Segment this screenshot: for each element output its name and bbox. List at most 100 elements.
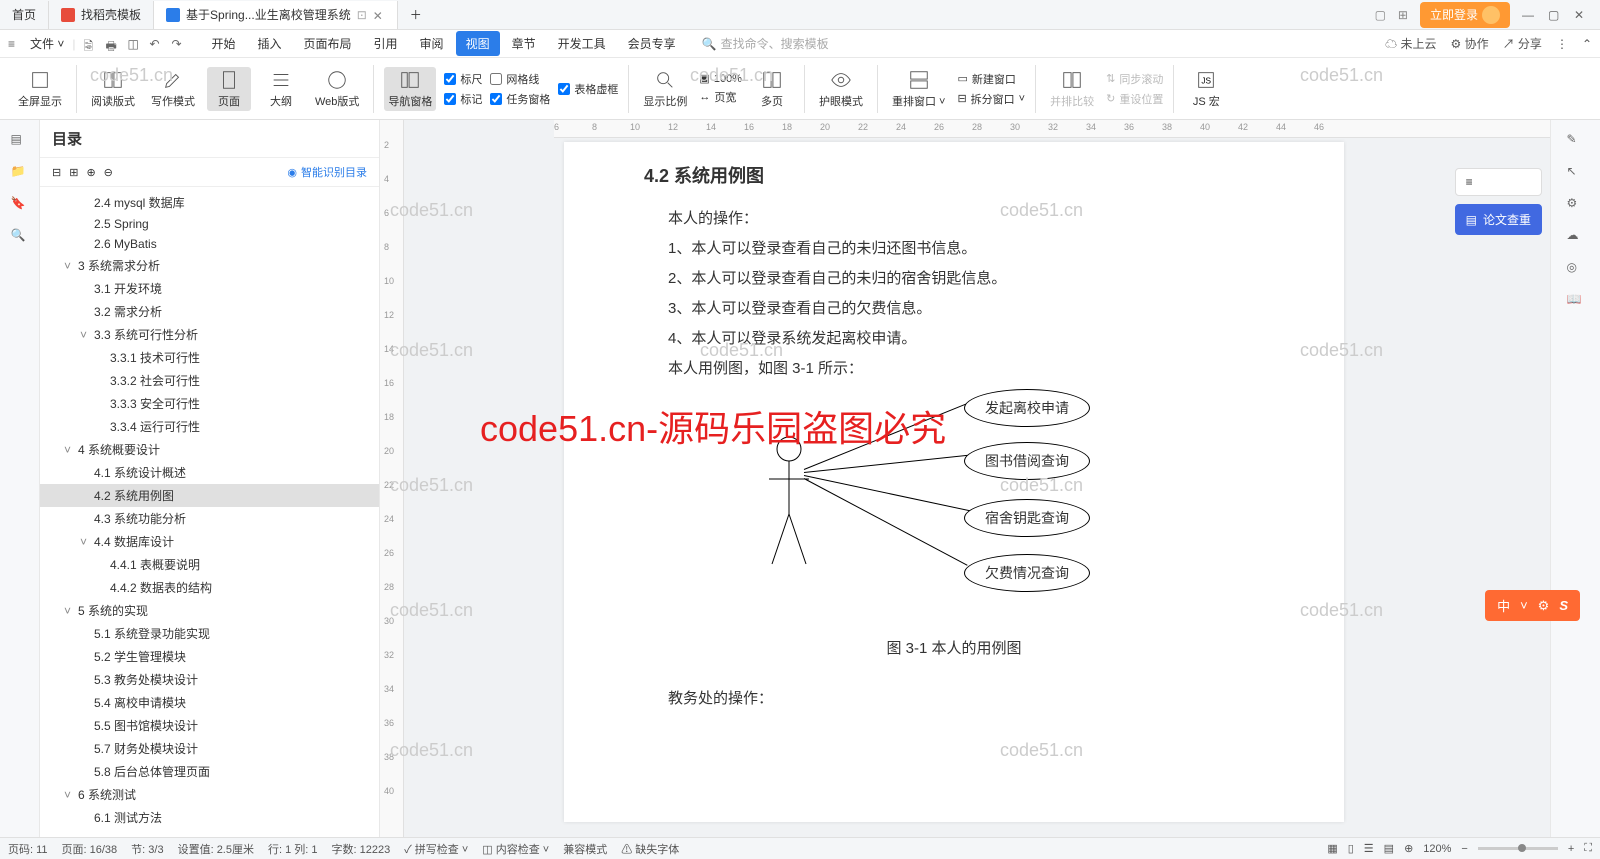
status-spellcheck[interactable]: ✓ 拼写检查 ˅	[404, 841, 468, 857]
settings-tool-icon[interactable]: ⚙	[1567, 196, 1585, 214]
writemode-button[interactable]: 写作模式	[147, 67, 199, 111]
outline-item[interactable]: 6.1 测试方法	[40, 806, 379, 829]
status-wordcount[interactable]: 字数: 12223	[332, 841, 391, 857]
outline-item[interactable]: 4.2 系统用例图	[40, 484, 379, 507]
newwindow-button[interactable]: ▭ 新建窗口	[957, 71, 1025, 87]
outline-item[interactable]: 2.6 MyBatis	[40, 234, 379, 254]
outline-item[interactable]: 3.1 开发环境	[40, 277, 379, 300]
command-search[interactable]: 🔍 查找命令、搜索模板	[694, 33, 837, 54]
status-page-code[interactable]: 页码: 11	[8, 841, 48, 857]
expand-all-icon[interactable]: ⊞	[69, 166, 78, 179]
fullscreen-toggle-icon[interactable]: ⛶	[1584, 842, 1592, 855]
outline-item[interactable]: 3.3.4 运行可行性	[40, 415, 379, 438]
zoom-value[interactable]: 120%	[1423, 843, 1451, 855]
tab-home[interactable]: 首页	[0, 1, 49, 29]
zoom-out-icon[interactable]: −	[1461, 843, 1467, 855]
share-button[interactable]: ↗ 分享	[1503, 35, 1542, 52]
print-icon[interactable]: 🖶	[105, 37, 119, 51]
add-section-icon[interactable]: ⊕	[86, 166, 95, 179]
outline-item[interactable]: 5.5 图书馆模块设计	[40, 714, 379, 737]
collapse-icon[interactable]: ⌃	[1582, 37, 1592, 51]
view-page-icon[interactable]: ▯	[1348, 842, 1354, 855]
zoom-fit-icon[interactable]: ⊕	[1404, 842, 1413, 855]
outline-item[interactable]: 3.3.2 社会可行性	[40, 369, 379, 392]
outline-item[interactable]: 5.2 学生管理模块	[40, 645, 379, 668]
taskpane-checkbox[interactable]: 任务窗格	[490, 91, 550, 107]
zoom100-button[interactable]: ▣ 100%	[699, 72, 742, 85]
maximize-icon[interactable]: ▢	[1548, 8, 1562, 22]
navpane-button[interactable]: 导航窗格	[384, 67, 436, 111]
status-rowcol[interactable]: 行: 1 列: 1	[268, 841, 318, 857]
expand-icon[interactable]: ⊡	[357, 8, 367, 22]
status-missingfont[interactable]: ⚠ 缺失字体	[621, 841, 679, 857]
rearrange-button[interactable]: 重排窗口 ˅	[888, 67, 949, 111]
cloud-status[interactable]: ☁ 未上云	[1385, 35, 1436, 52]
ruler-checkbox[interactable]: 标尺	[444, 71, 482, 87]
fullscreen-button[interactable]: 全屏显示	[14, 67, 66, 111]
webmode-button[interactable]: Web版式	[311, 67, 363, 111]
jsmacro-button[interactable]: JSJS 宏	[1184, 67, 1228, 111]
status-setvalue[interactable]: 设置值: 2.5厘米	[178, 841, 254, 857]
more-icon[interactable]: ⋮	[1556, 37, 1568, 51]
outline-item[interactable]: 2.5 Spring	[40, 214, 379, 234]
tab-new[interactable]: ＋	[398, 1, 434, 29]
undo-icon[interactable]: ↶	[149, 37, 163, 51]
ime-badge[interactable]: 中˅⚙S	[1485, 590, 1580, 621]
markup-checkbox[interactable]: 标记	[444, 91, 482, 107]
zoom-in-icon[interactable]: +	[1568, 843, 1574, 855]
close-window-icon[interactable]: ✕	[1574, 8, 1588, 22]
outline-item[interactable]: 3.3.1 技术可行性	[40, 346, 379, 369]
splitwindow-button[interactable]: ⊟ 拆分窗口 ˅	[957, 91, 1025, 107]
outline-item[interactable]: 4.4.1 表概要说明	[40, 553, 379, 576]
float-menu-button[interactable]: ≡	[1455, 168, 1542, 196]
outline-item[interactable]: 4.4.2 数据表的结构	[40, 576, 379, 599]
view-layout-icon[interactable]: ▦	[1327, 842, 1337, 855]
book-tool-icon[interactable]: 📖	[1567, 292, 1585, 310]
readmode-button[interactable]: 阅读版式	[87, 67, 139, 111]
collab-button[interactable]: ⚙ 协作	[1450, 35, 1488, 52]
outline-item[interactable]: ˅3 系统需求分析	[40, 254, 379, 277]
outline-item[interactable]: ˅5 系统的实现	[40, 599, 379, 622]
outline-item[interactable]: ˅6 系统测试	[40, 783, 379, 806]
zoom-slider[interactable]	[1478, 847, 1558, 850]
preview-icon[interactable]: ◫	[127, 37, 141, 51]
outline-item[interactable]: 5.1 系统登录功能实现	[40, 622, 379, 645]
outline-item[interactable]: 2.4 mysql 数据库	[40, 191, 379, 214]
status-page[interactable]: 页面: 16/38	[62, 841, 118, 857]
document-page[interactable]: 4.2 系统用例图 本人的操作： 1、本人可以登录查看自己的未归还图书信息。 2…	[564, 142, 1344, 822]
collapse-all-icon[interactable]: ⊟	[52, 166, 61, 179]
close-icon[interactable]: ✕	[373, 9, 385, 21]
search-tab-icon[interactable]: 🔍	[11, 228, 29, 246]
tab-review[interactable]: 审阅	[410, 31, 454, 56]
minimize-icon[interactable]: —	[1522, 8, 1536, 22]
edit-tool-icon[interactable]: ✎	[1567, 132, 1585, 150]
outline-list[interactable]: 2.4 mysql 数据库2.5 Spring2.6 MyBatis˅3 系统需…	[40, 187, 379, 837]
save-icon[interactable]: 🗟	[83, 37, 97, 51]
smart-recognize-button[interactable]: ◉智能识别目录	[287, 164, 367, 180]
grid-icon[interactable]: ⊞	[1398, 8, 1408, 22]
status-compat[interactable]: 兼容模式	[563, 841, 607, 857]
redo-icon[interactable]: ↷	[171, 37, 185, 51]
bookmark-icon[interactable]: 🔖	[11, 196, 29, 214]
eyeprotect-button[interactable]: 护眼模式	[815, 67, 867, 111]
file-menu[interactable]: 文件 ˅	[30, 35, 64, 52]
status-section[interactable]: 节: 3/3	[131, 841, 163, 857]
tab-reference[interactable]: 引用	[364, 31, 408, 56]
target-tool-icon[interactable]: ◎	[1567, 260, 1585, 278]
outline-item[interactable]: 4.3 系统功能分析	[40, 507, 379, 530]
showratio-button[interactable]: 显示比例	[639, 67, 691, 111]
outline-item[interactable]: 3.3.3 安全可行性	[40, 392, 379, 415]
cursor-tool-icon[interactable]: ↖	[1567, 164, 1585, 182]
folder-icon[interactable]: 📁	[11, 164, 29, 182]
outline-item[interactable]: ˅3.3 系统可行性分析	[40, 323, 379, 346]
view-web-icon[interactable]: ☰	[1364, 842, 1374, 855]
outline-button[interactable]: 大纲	[259, 67, 303, 111]
multipage-button[interactable]: 多页	[750, 67, 794, 111]
status-contentcheck[interactable]: ◫ 内容检查 ˅	[482, 841, 549, 857]
tabledash-checkbox[interactable]: 表格虚框	[558, 81, 618, 97]
outline-item[interactable]: 3.2 需求分析	[40, 300, 379, 323]
remove-section-icon[interactable]: ⊖	[104, 166, 113, 179]
outline-item[interactable]: ˅4.4 数据库设计	[40, 530, 379, 553]
outline-tab-icon[interactable]: ▤	[11, 132, 29, 150]
gridlines-checkbox[interactable]: 网格线	[490, 71, 550, 87]
